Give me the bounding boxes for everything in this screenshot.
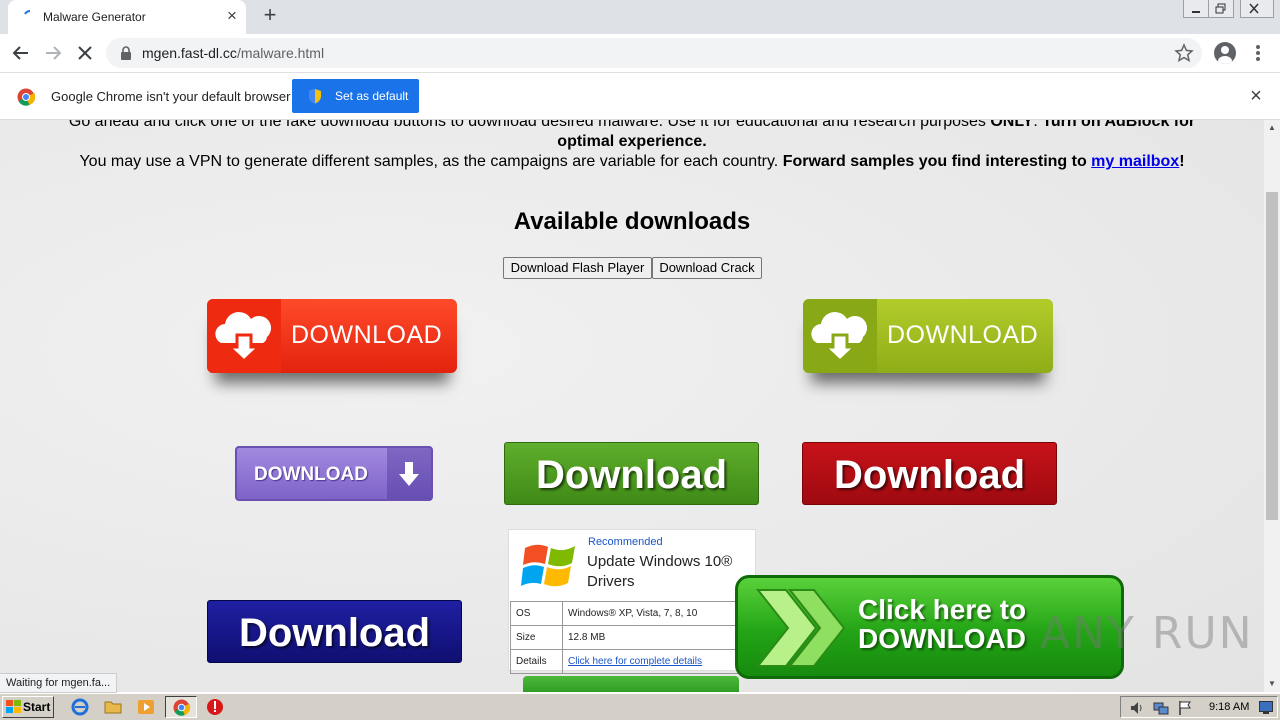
- chevron-right-icon: [756, 589, 846, 667]
- stop-sign-icon[interactable]: [206, 698, 224, 716]
- scroll-down-icon[interactable]: ▼: [1264, 676, 1280, 692]
- scroll-thumb[interactable]: [1266, 192, 1278, 520]
- tab-title: Malware Generator: [43, 10, 146, 24]
- show-desktop-icon[interactable]: [1259, 701, 1273, 714]
- driver-update-ad[interactable]: Recommended Update Windows 10® Drivers O…: [508, 529, 756, 674]
- chrome-logo-icon: [17, 88, 35, 106]
- download-button-red[interactable]: Download: [802, 442, 1057, 505]
- page-scrollbar[interactable]: ▲ ▼: [1264, 120, 1280, 692]
- download-crack-button[interactable]: Download Crack: [652, 257, 762, 279]
- start-button[interactable]: Start: [2, 696, 54, 718]
- loading-spinner-icon: [24, 10, 31, 15]
- kebab-menu-icon[interactable]: [1250, 42, 1266, 64]
- minimize-icon[interactable]: [1183, 0, 1209, 18]
- download-button-green-cloud[interactable]: DOWNLOAD: [803, 299, 1053, 373]
- table-row: Size 12.8 MB: [510, 625, 744, 650]
- bookmark-star-icon[interactable]: [1174, 43, 1194, 63]
- tab-close-icon[interactable]: ×: [222, 6, 242, 26]
- volume-icon[interactable]: [1129, 700, 1145, 716]
- scroll-up-icon[interactable]: ▲: [1264, 120, 1280, 136]
- windows-logo-icon: [521, 544, 575, 587]
- internet-explorer-icon[interactable]: [71, 698, 89, 716]
- download-button-navy[interactable]: Download: [207, 600, 462, 663]
- address-bar[interactable]: mgen.fast-dl.cc/malware.html: [106, 38, 1202, 68]
- url-text: mgen.fast-dl.cc/malware.html: [142, 45, 325, 61]
- cloud-download-icon: [215, 311, 272, 364]
- page-viewport: Go ahead and click one of the fake downl…: [0, 120, 1264, 692]
- browser-tab[interactable]: Malware Generator ×: [8, 0, 246, 34]
- table-row: OS Windows® XP, Vista, 7, 8, 10: [510, 601, 744, 626]
- folder-icon[interactable]: [104, 698, 122, 716]
- download-button-green[interactable]: Download: [504, 442, 759, 505]
- network-icon[interactable]: [1153, 700, 1169, 716]
- clock: 9:18 AM: [1209, 701, 1250, 713]
- uac-shield-icon: [309, 89, 321, 104]
- download-button-purple[interactable]: DOWNLOAD: [235, 446, 433, 501]
- flag-icon[interactable]: [1177, 700, 1193, 716]
- status-bubble: Waiting for mgen.fa...: [0, 673, 118, 693]
- default-browser-infobar: Google Chrome isn't your default browser…: [0, 72, 1280, 120]
- download-button-red-cloud[interactable]: DOWNLOAD: [207, 299, 457, 373]
- restore-icon[interactable]: [1208, 0, 1234, 18]
- page-heading: Available downloads: [513, 208, 751, 235]
- anyrun-watermark: ANY RUN: [1040, 608, 1254, 659]
- windows-flag-icon: [6, 700, 21, 713]
- forward-icon[interactable]: [40, 40, 66, 66]
- ad-download-button-partial[interactable]: [523, 676, 739, 692]
- infobar-message: Google Chrome isn't your default browser: [51, 89, 291, 104]
- windows-taskbar: Start 9:18 AM: [0, 693, 1280, 720]
- table-row: Details Click here for complete details: [510, 649, 744, 674]
- lock-icon: [121, 46, 131, 60]
- new-tab-icon[interactable]: +: [258, 4, 282, 28]
- infobar-close-icon[interactable]: ×: [1246, 86, 1266, 106]
- download-flash-button[interactable]: Download Flash Player: [503, 257, 652, 279]
- media-player-icon[interactable]: [137, 698, 155, 716]
- profile-avatar-icon[interactable]: [1214, 42, 1236, 64]
- system-tray: 9:18 AM: [1120, 696, 1278, 718]
- taskbar-chrome-active[interactable]: [165, 696, 197, 718]
- set-default-button[interactable]: Set as default: [292, 79, 419, 113]
- intro-text: Go ahead and click one of the fake downl…: [68, 120, 1196, 170]
- ad-details-link[interactable]: Click here for complete details: [568, 656, 702, 667]
- mailbox-link[interactable]: my mailbox: [1091, 153, 1179, 170]
- close-window-icon[interactable]: [1240, 0, 1274, 18]
- title-bar: Malware Generator × +: [0, 0, 1280, 34]
- cloud-download-icon: [811, 311, 868, 364]
- ad-details-table: OS Windows® XP, Vista, 7, 8, 10 Size 12.…: [510, 601, 744, 674]
- chrome-icon: [173, 699, 190, 716]
- stop-loading-icon[interactable]: [72, 40, 98, 66]
- arrow-down-icon: [399, 462, 419, 486]
- browser-toolbar: mgen.fast-dl.cc/malware.html: [0, 34, 1280, 72]
- back-icon[interactable]: [8, 40, 34, 66]
